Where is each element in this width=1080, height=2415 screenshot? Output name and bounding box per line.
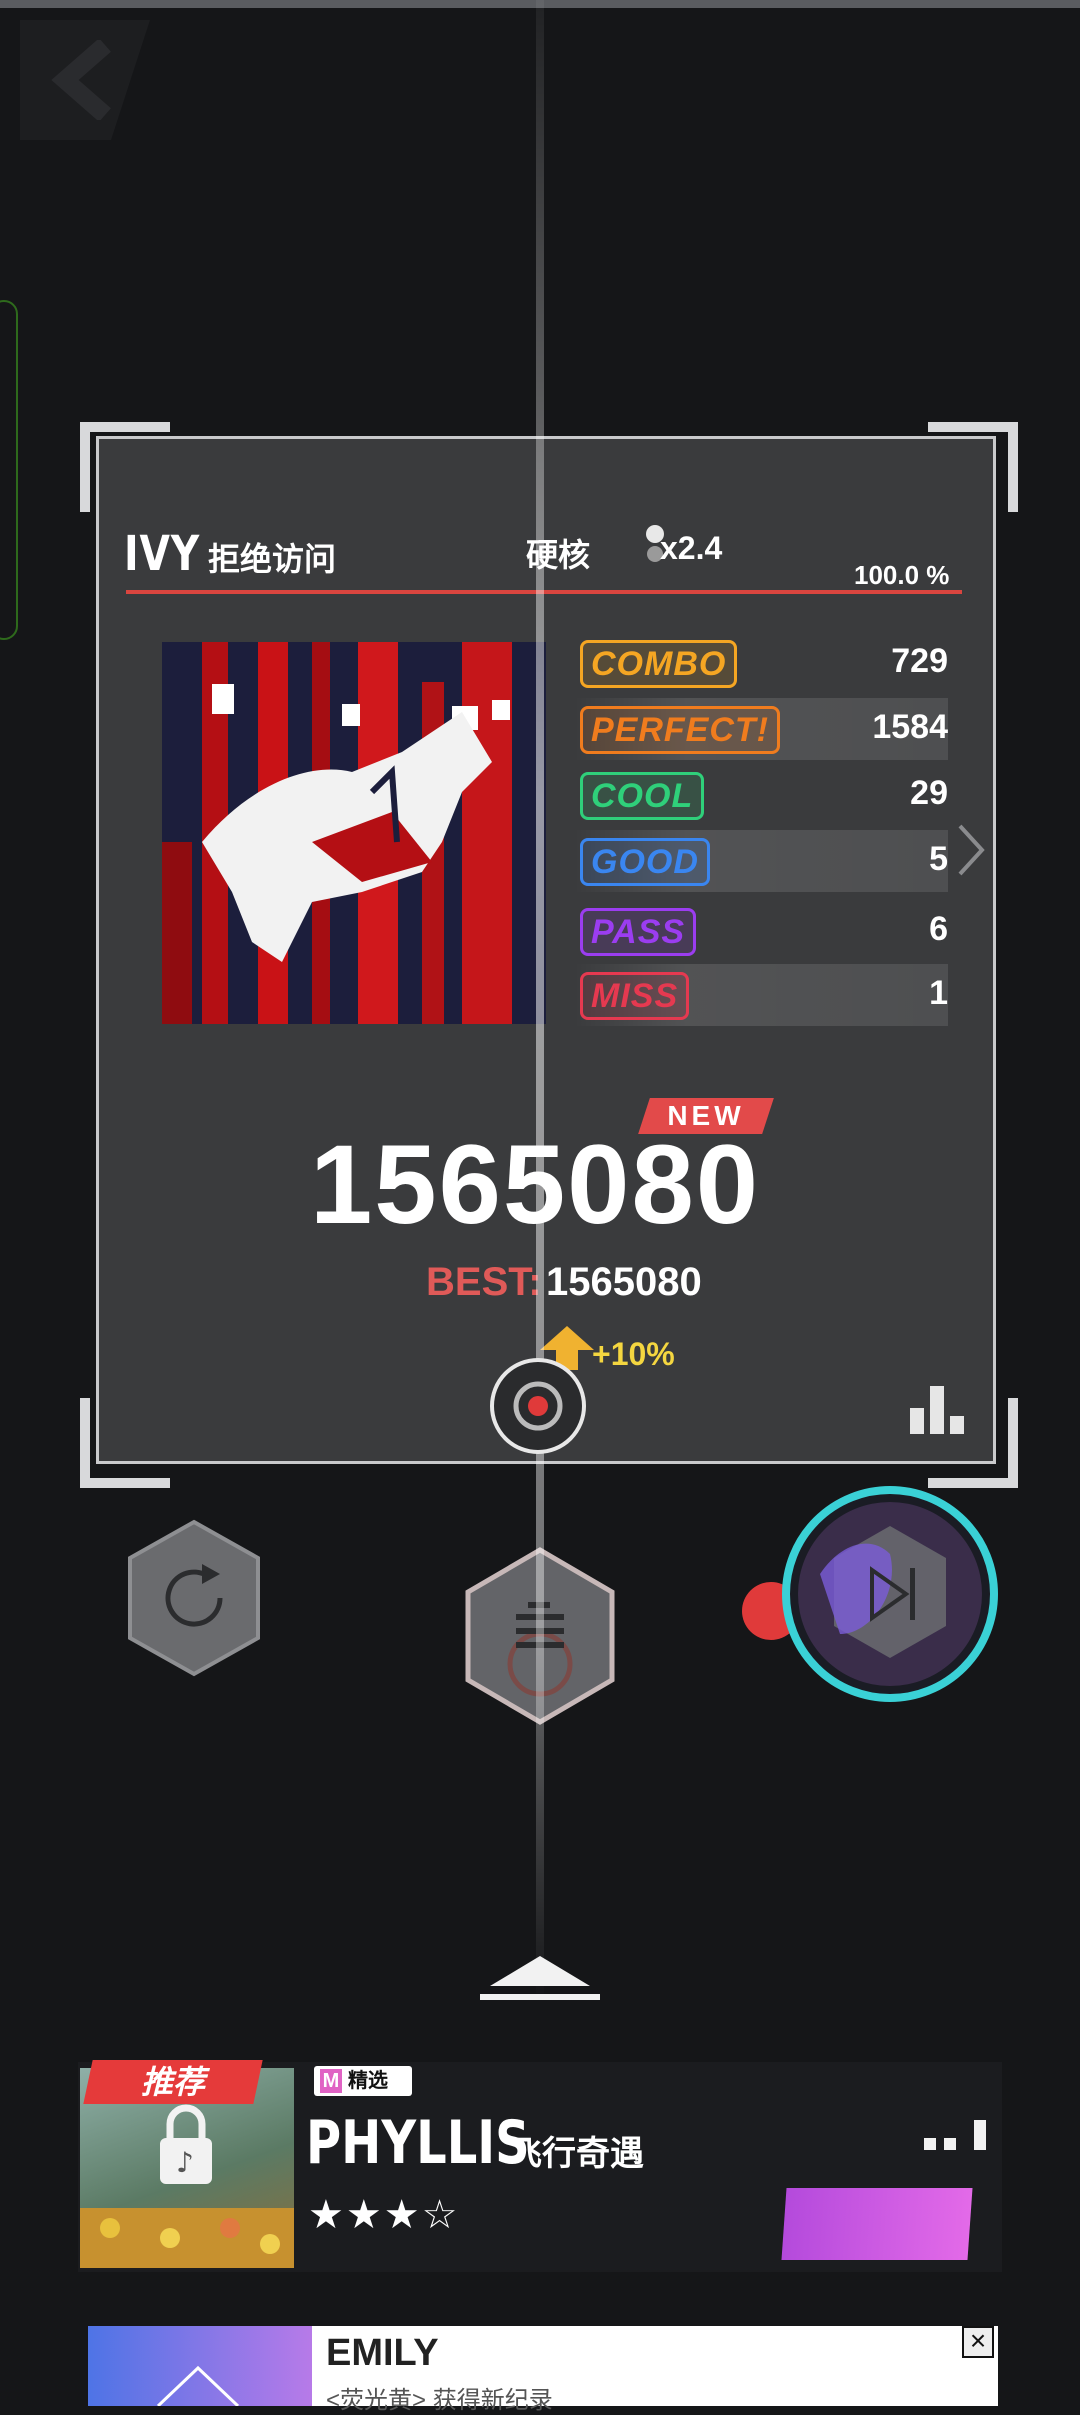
stat-value-pass: 6 [929,910,948,948]
back-button[interactable] [20,20,150,140]
stat-row-good: GOOD 5 [574,830,948,892]
corner-bracket [80,1398,170,1488]
stat-row-perfect: PERFECT! 1584 [574,698,948,760]
retry-button[interactable] [124,1518,264,1683]
stat-value-good: 5 [929,840,948,878]
signal-icon [924,2120,986,2150]
ad-subtitle: <荧光黄> 获得新纪录 [326,2387,553,2414]
stat-label-miss: MISS [580,972,690,1020]
recommended-artist: PHYLLIS [306,2108,530,2178]
back-arrow-icon [51,40,111,120]
featured-badge: M 精选 [314,2066,412,2096]
featured-badge-text: 精选 [348,2070,388,2092]
replay-record-button[interactable] [490,1358,586,1454]
song-title: 拒绝访问 [208,541,337,577]
difficulty-label: 硬核 [526,537,591,573]
retry-icon [128,1519,260,1677]
side-drawer-handle[interactable] [0,300,18,640]
stat-value-miss: 1 [929,974,948,1012]
stat-label-perfect: PERFECT! [580,706,780,754]
title-divider [126,590,962,594]
stat-row-combo: COMBO 729 [574,632,948,694]
stat-label-combo: COMBO [580,640,738,688]
corner-bracket [928,422,1018,512]
recommended-title: 飞行奇遇 [508,2135,644,2173]
ad-title: EMILY [326,2332,439,2374]
accuracy-value: 100.0 % [854,560,950,590]
bonus-percent: +10% [592,1336,675,1372]
difficulty-stars: ★★★☆ [308,2193,460,2237]
score-value: 1565080 [310,1122,761,1247]
svg-text:♪: ♪ [176,2146,194,2179]
stat-label-good: GOOD [580,838,710,886]
best-score-value: 1565080 [546,1260,702,1304]
best-label: BEST: [426,1260,542,1304]
stat-value-perfect: 1584 [872,708,948,746]
character-thumbnail [781,2188,973,2260]
expand-up-icon[interactable] [478,1950,602,2006]
corner-bracket [80,422,170,512]
stat-row-cool: COOL 29 [574,764,948,826]
record-icon [513,1381,563,1431]
stat-label-cool: COOL [580,772,705,820]
song-list-button[interactable] [462,1546,618,1731]
status-bar [0,0,1080,8]
ad-image [88,2326,312,2408]
list-icon [465,1547,615,1725]
bar-chart-icon[interactable] [910,1386,966,1434]
skip-next-icon [782,1486,998,1702]
speed-multiplier: x2.4 [660,530,723,566]
song-artist: IVY [124,526,201,582]
song-cover-art [162,642,546,1024]
stat-value-cool: 29 [910,774,948,812]
close-icon[interactable]: × [962,2326,994,2358]
stat-value-combo: 729 [891,642,948,680]
featured-badge-letter: M [320,2069,342,2093]
stat-row-miss: MISS 1 [574,964,948,1026]
recommend-tag: 推荐 [83,2060,263,2104]
chevron-right-icon[interactable] [954,820,990,880]
recommend-tag-label: 推荐 [140,2064,205,2100]
next-song-button[interactable] [780,1484,1000,1709]
stat-label-pass: PASS [580,908,697,956]
stat-row-pass: PASS 6 [574,900,948,962]
